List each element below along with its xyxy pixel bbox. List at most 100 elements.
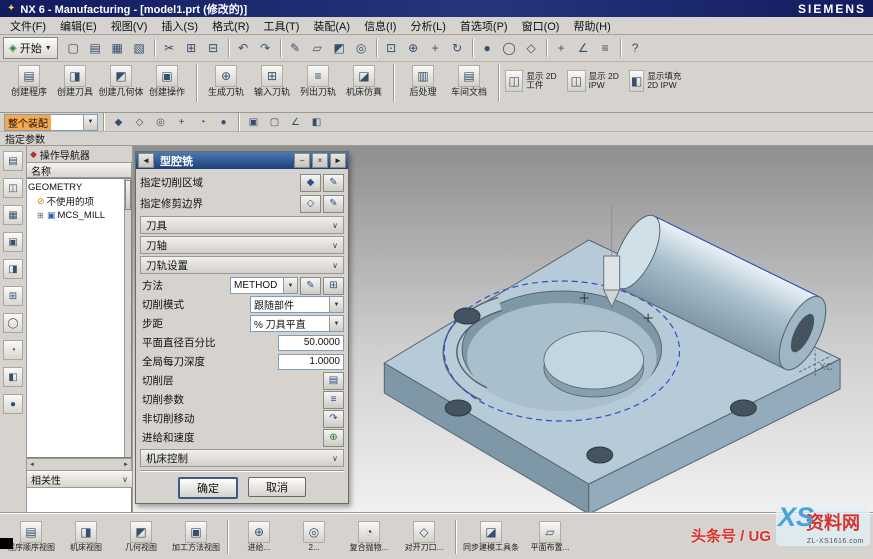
tree-item-unused[interactable]: ⊘ 不使用的项: [28, 194, 124, 208]
create-operation-button[interactable]: ▣ 创建操作: [144, 64, 190, 97]
constraint-navigator-icon[interactable]: ◫: [3, 178, 23, 198]
shaded-display-icon[interactable]: ●: [477, 38, 498, 59]
edit-trim-boundary-icon[interactable]: ✎: [323, 195, 344, 213]
corner-hole[interactable]: [587, 447, 613, 463]
non-cutting-moves-icon[interactable]: ↷: [323, 410, 344, 428]
save-icon[interactable]: ▦: [107, 38, 128, 59]
tool-axis-section-header[interactable]: 刀轴 ∨: [140, 236, 344, 254]
snap-mid-icon[interactable]: ◇: [130, 113, 149, 131]
dialog-forward-icon[interactable]: ►: [330, 153, 346, 168]
simulate-machine-button[interactable]: ◪ 机床仿真: [341, 64, 387, 97]
snap-center-icon[interactable]: ◎: [151, 113, 170, 131]
menu-insert[interactable]: 插入(S): [154, 17, 205, 35]
list-toolpath-button[interactable]: ≡ 列出刀轨: [295, 64, 341, 97]
zoom-fit-icon[interactable]: ⊡: [381, 38, 402, 59]
generate-toolpath-button[interactable]: ⊕ 生成刀轨: [203, 64, 249, 97]
center-island-top[interactable]: [544, 331, 644, 389]
postprocess-button[interactable]: ▥ 后处理: [400, 64, 446, 97]
menu-preferences[interactable]: 首选项(P): [453, 17, 515, 35]
synchronous-modeling-toolbar-button[interactable]: ◪ 同步建模工具条: [460, 521, 522, 552]
system-materials-icon[interactable]: ●: [3, 394, 23, 414]
tool-section-header[interactable]: 刀具 ∨: [140, 216, 344, 234]
open-file-icon[interactable]: ▤: [85, 38, 106, 59]
stepover-combo[interactable]: % 刀具平直 ▼: [250, 315, 344, 332]
navigator-header[interactable]: ◆ 操作导航器: [27, 146, 132, 162]
edit-cut-area-icon[interactable]: ✎: [323, 174, 344, 192]
paste-icon[interactable]: ⊟: [203, 38, 224, 59]
feeds-and-speeds-icon[interactable]: ⊕: [323, 429, 344, 447]
flat-diameter-percent-field[interactable]: 50.0000: [278, 335, 344, 351]
tree-item-mcs-mill[interactable]: ⊞ ▣ MCS_MILL: [28, 208, 124, 222]
ok-button[interactable]: 确定: [178, 477, 238, 499]
menu-tools[interactable]: 工具(T): [256, 17, 306, 35]
corner-hole[interactable]: [445, 400, 471, 416]
bottom-toolbar-button-10[interactable]: ▱ 平面布置...: [523, 521, 577, 552]
graphics-window[interactable]: XC ◄ 型腔铣 – × ► 指定切削区域 ◆ ✎: [133, 146, 873, 513]
combo-caret-icon[interactable]: ▼: [83, 115, 97, 130]
operation-navigator-icon[interactable]: ▣: [3, 232, 23, 252]
edit-method-icon[interactable]: ✎: [300, 277, 321, 295]
part-navigator-icon[interactable]: ▦: [3, 205, 23, 225]
show-2d-ipw-button[interactable]: ◫ 显示 2D IPW: [567, 64, 629, 92]
view-section-icon[interactable]: ◧: [307, 113, 326, 131]
measure-distance-icon[interactable]: ∠: [573, 38, 594, 59]
create-geometry-button[interactable]: ◩ 创建几何体: [98, 64, 144, 97]
snap-end-icon[interactable]: ◆: [109, 113, 128, 131]
datum-plane-icon[interactable]: ▱: [307, 38, 328, 59]
cutting-tool-body[interactable]: [604, 256, 620, 290]
history-palette-icon[interactable]: ◔: [3, 340, 23, 360]
bottom-toolbar-button-6[interactable]: ◎ 2...: [287, 521, 341, 552]
orient-view-icon[interactable]: ◇: [521, 38, 542, 59]
snap-existing-point-icon[interactable]: ●: [214, 113, 233, 131]
dialog-minimize-icon[interactable]: –: [294, 153, 310, 168]
cut-pattern-caret-icon[interactable]: ▼: [329, 297, 343, 312]
bottom-toolbar-button-5[interactable]: ⊕ 进给...: [232, 521, 286, 552]
corner-hole[interactable]: [730, 400, 756, 416]
show-2d-workpiece-button[interactable]: ◫ 显示 2D 工件: [505, 64, 567, 92]
title-bar[interactable]: ✦ NX 6 - Manufacturing - [model1.prt (修改…: [0, 0, 873, 17]
cut-parameters-icon[interactable]: ≡: [323, 391, 344, 409]
scroll-left-icon[interactable]: ◄: [29, 462, 35, 468]
bottom-toolbar-button-8[interactable]: ◇ 对开刀口...: [397, 521, 451, 552]
menu-help[interactable]: 帮助(H): [566, 17, 617, 35]
input-toolpath-button[interactable]: ⊞ 输入刀轨: [249, 64, 295, 97]
cut-levels-icon[interactable]: ▤: [323, 372, 344, 390]
new-file-icon[interactable]: ▢: [63, 38, 84, 59]
cancel-button[interactable]: 取消: [248, 477, 306, 497]
menu-window[interactable]: 窗口(O): [515, 17, 567, 35]
web-browser-icon[interactable]: ◯: [3, 313, 23, 333]
layer-settings-icon[interactable]: ≡: [595, 38, 616, 59]
bottom-toolbar-button-7[interactable]: ◔ 复合抛物...: [342, 521, 396, 552]
show-filled-2d-ipw-button[interactable]: ◧ 显示填充 2D IPW: [629, 64, 691, 92]
cut-pattern-combo[interactable]: 跟随部件 ▼: [250, 296, 344, 313]
face-rule-icon[interactable]: ▣: [244, 113, 263, 131]
depth-per-cut-field[interactable]: 1.0000: [278, 354, 344, 370]
selection-scope-combo[interactable]: 整个装配 ▼: [4, 114, 98, 131]
help-icon[interactable]: ?: [625, 38, 646, 59]
method-combo[interactable]: METHOD ▼: [230, 277, 298, 294]
wireframe-display-icon[interactable]: ◯: [499, 38, 520, 59]
tree-item-geometry[interactable]: GEOMETRY: [28, 180, 124, 194]
snap-quadrant-icon[interactable]: ◔: [193, 113, 212, 131]
corner-hole[interactable]: [454, 308, 480, 324]
edge-rule-icon[interactable]: ▢: [265, 113, 284, 131]
machine-tool-view-button[interactable]: ◨ 机床视图: [59, 521, 113, 552]
roles-palette-icon[interactable]: ◧: [3, 367, 23, 387]
menu-file[interactable]: 文件(F): [3, 17, 53, 35]
dependencies-header[interactable]: 相关性 ∨: [27, 471, 132, 488]
reuse-library-icon[interactable]: ⊞: [3, 286, 23, 306]
zoom-in-icon[interactable]: ⊕: [403, 38, 424, 59]
tree-vertical-scrollbar[interactable]: [124, 179, 131, 457]
machining-method-view-button[interactable]: ▣ 加工方法视图: [169, 521, 223, 552]
assembly-navigator-icon[interactable]: ▤: [3, 151, 23, 171]
select-cut-area-icon[interactable]: ◆: [300, 174, 321, 192]
snap-intersection-icon[interactable]: +: [172, 113, 191, 131]
name-column-header[interactable]: 名称: [27, 162, 132, 178]
pan-icon[interactable]: +: [425, 38, 446, 59]
hole-icon[interactable]: ◎: [351, 38, 372, 59]
menu-information[interactable]: 信息(I): [357, 17, 403, 35]
wcs-dynamics-icon[interactable]: ∠: [286, 113, 305, 131]
stepover-caret-icon[interactable]: ▼: [329, 316, 343, 331]
cut-icon[interactable]: ✂: [159, 38, 180, 59]
shop-doc-button[interactable]: ▤ 车间文档: [446, 64, 492, 97]
